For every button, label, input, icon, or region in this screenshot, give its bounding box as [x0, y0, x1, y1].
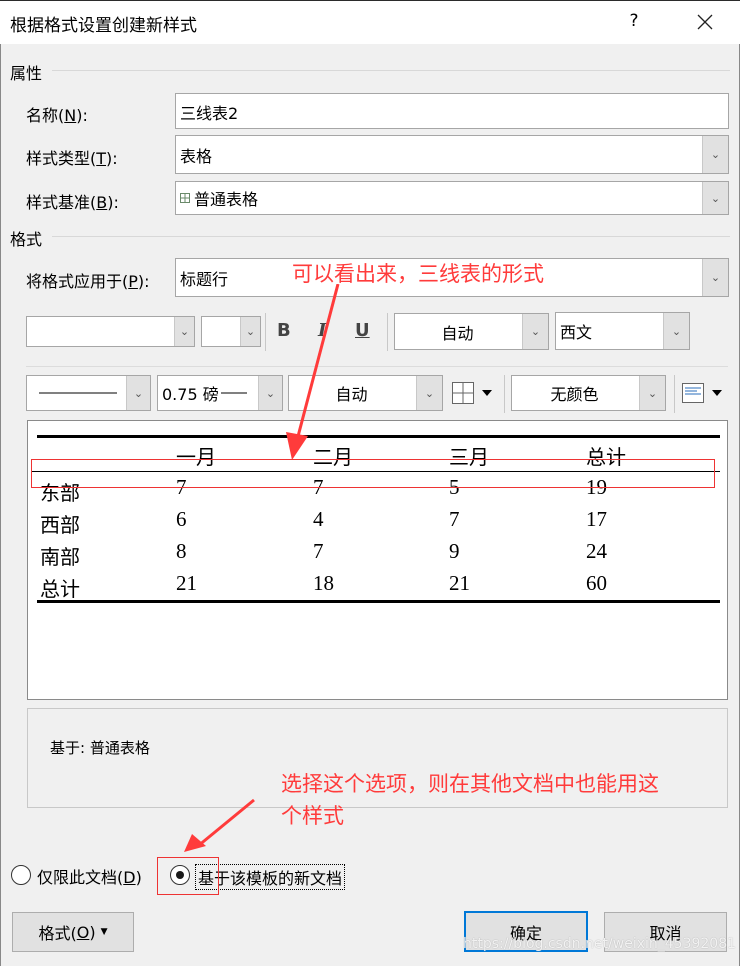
help-button[interactable]: ? — [624, 11, 644, 31]
name-label: 名称(N): — [26, 106, 88, 125]
border-width-value: 0.75 磅 — [162, 385, 219, 404]
preview-cell: 18 — [313, 571, 334, 595]
annotation-highlight-radio — [157, 857, 219, 895]
annotation-arrow-icon — [184, 798, 255, 852]
shading-value: 无颜色 — [550, 385, 599, 404]
preview-cell: 9 — [449, 539, 460, 563]
this-document-only-radio[interactable] — [11, 865, 31, 885]
borders-icon — [452, 382, 474, 404]
title-bar: 根据格式设置创建新样式 ? — [0, 0, 740, 44]
preview-cell: 60 — [586, 571, 607, 595]
chevron-down-icon[interactable]: ⌄ — [702, 136, 728, 173]
preview-cell: 8 — [176, 539, 187, 563]
preview-cell: 7 — [449, 507, 460, 531]
chevron-down-icon[interactable]: ⌄ — [702, 259, 728, 296]
section-divider — [52, 236, 730, 237]
preview-cell: 17 — [586, 507, 607, 531]
preview-row-label: 总计 — [40, 577, 80, 601]
style-type-select[interactable]: 表格 ⌄ — [175, 135, 729, 174]
border-width-value-wrap: 0.75 磅 — [162, 381, 247, 405]
border-width-select[interactable]: 0.75 磅 ⌄ — [157, 375, 283, 411]
format-menu-button[interactable]: 格式(O) ▼ — [12, 912, 134, 952]
bottom-rule — [37, 600, 720, 603]
style-type-value: 表格 — [180, 146, 213, 166]
dialog-title: 根据格式设置创建新样式 — [10, 16, 197, 36]
font-select[interactable]: ⌄ — [26, 316, 195, 347]
this-document-only-label[interactable]: 仅限此文档(D) — [37, 864, 142, 888]
font-color-value: 自动 — [441, 323, 474, 343]
annotation-highlight-header-rule — [31, 459, 715, 488]
chevron-down-icon[interactable]: ⌄ — [126, 376, 150, 410]
close-icon — [697, 14, 713, 30]
chevron-down-icon[interactable]: ⌄ — [416, 376, 442, 410]
script-value: 西文 — [560, 323, 593, 342]
style-base-label: 样式基准(B): — [26, 193, 119, 212]
line-style-icon — [39, 392, 117, 394]
font-color-select[interactable]: 自动 ⌄ — [394, 313, 549, 350]
close-button[interactable] — [690, 7, 720, 37]
chevron-down-icon[interactable]: ⌄ — [258, 376, 282, 410]
chevron-down-icon[interactable]: ⌄ — [522, 314, 548, 349]
style-base-select[interactable]: 普通表格 ⌄ — [175, 181, 729, 215]
preview-cell: 6 — [176, 507, 187, 531]
preview-cell: 4 — [313, 507, 324, 531]
description-text: 基于: 普通表格 — [50, 739, 150, 757]
alignment-button[interactable] — [682, 383, 722, 403]
section-divider — [52, 70, 730, 71]
annotation-template-option-line2: 个样式 — [281, 804, 344, 828]
annotation-template-option-line1: 选择这个选项，则在其他文档中也能用这 — [281, 772, 659, 796]
dropdown-arrow-icon — [712, 390, 722, 396]
table-style-icon — [180, 193, 190, 203]
chevron-down-icon[interactable]: ⌄ — [174, 317, 194, 346]
preview-cell: 21 — [449, 571, 470, 595]
top-rule — [37, 435, 720, 438]
toolbar-separator — [265, 313, 266, 351]
preview-row-label: 西部 — [40, 513, 80, 537]
format-section-label: 格式 — [10, 230, 43, 249]
shading-select[interactable]: 无颜色 ⌄ — [511, 375, 666, 411]
watermark: https://blog.csdn.net/weixin_45392081 — [463, 936, 737, 952]
apply-to-label: 将格式应用于(P): — [26, 272, 150, 291]
toolbar-divider — [26, 366, 728, 367]
font-size-select[interactable]: ⌄ — [201, 316, 261, 347]
chevron-down-icon[interactable]: ⌄ — [240, 317, 260, 346]
chevron-down-icon[interactable]: ⌄ — [639, 376, 665, 410]
dropdown-arrow-icon — [482, 390, 492, 396]
annotation-arrow-icon — [286, 284, 340, 460]
preview-row-label: 南部 — [40, 545, 80, 569]
toolbar-separator — [504, 375, 505, 413]
border-style-value — [39, 391, 117, 395]
preview-cell: 7 — [313, 539, 324, 563]
preview-cell: 24 — [586, 539, 607, 563]
name-input[interactable]: 三线表2 — [175, 93, 729, 129]
style-base-value: 普通表格 — [194, 190, 259, 209]
name-input-value: 三线表2 — [180, 104, 239, 123]
borders-button[interactable] — [452, 382, 492, 404]
chevron-down-icon[interactable]: ⌄ — [702, 182, 728, 214]
preview-cell: 21 — [176, 571, 197, 595]
style-base-value-wrap: 普通表格 — [180, 186, 258, 210]
dropdown-arrow-icon: ▼ — [100, 927, 108, 937]
align-icon — [682, 383, 704, 403]
border-style-select[interactable]: ⌄ — [26, 375, 151, 411]
line-weight-icon — [220, 392, 247, 394]
script-select[interactable]: 西文 ⌄ — [555, 312, 690, 350]
apply-to-value: 标题行 — [180, 269, 229, 289]
window-frame-left — [0, 44, 1, 966]
chevron-down-icon[interactable]: ⌄ — [663, 313, 689, 349]
style-type-label: 样式类型(T): — [26, 149, 118, 168]
properties-section-label: 属性 — [10, 64, 43, 83]
underline-button[interactable]: U — [355, 320, 370, 341]
toolbar-separator — [387, 313, 388, 351]
toolbar-separator — [674, 375, 675, 413]
